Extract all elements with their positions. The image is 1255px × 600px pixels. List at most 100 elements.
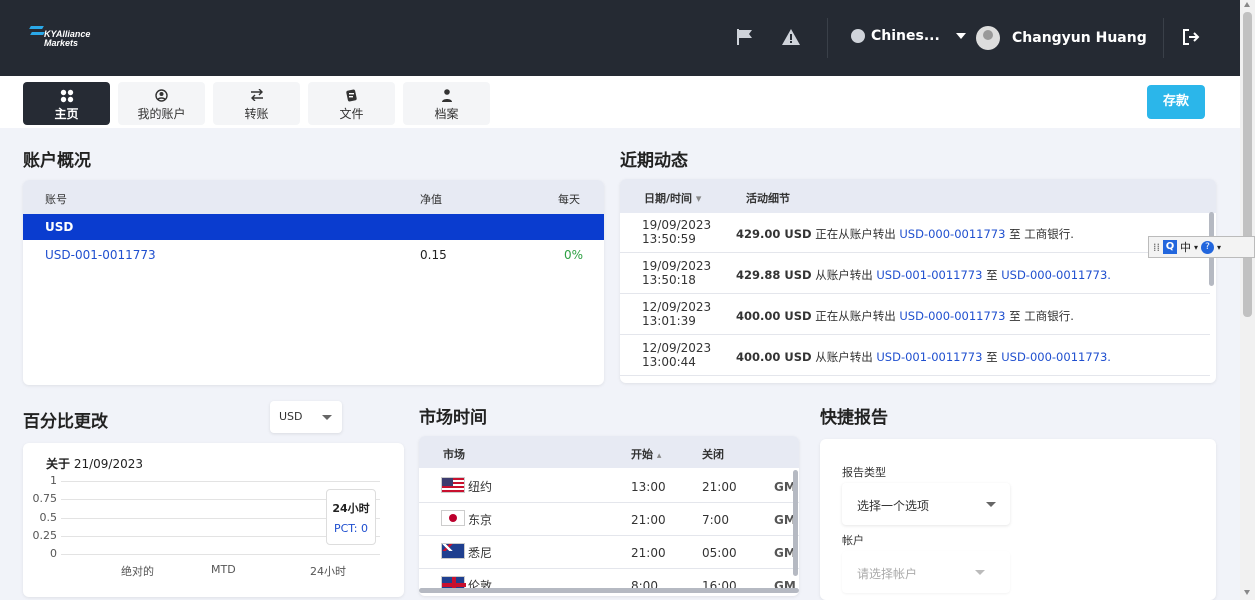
profile-icon <box>403 89 490 103</box>
col-open[interactable]: 开始 ▴ <box>631 446 661 462</box>
tab-transfer[interactable]: 转账 <box>213 82 300 125</box>
table-row[interactable] <box>620 376 1210 383</box>
language-label: Chines... <box>871 28 940 44</box>
table-row[interactable]: 12/09/2023 13:01:39 400.00 USD 正在从账户转出 USD… <box>620 294 1210 335</box>
table-row[interactable]: 12/09/2023 13:00:44 400.00 USD 从账户转出 USD-0… <box>620 335 1210 376</box>
us-flag-icon <box>441 477 465 493</box>
col-market: 市场 <box>443 448 465 461</box>
activity-time: 13:50:18 <box>642 273 696 287</box>
gridline <box>61 481 380 482</box>
page-scrollbar[interactable] <box>1240 0 1255 600</box>
table-row[interactable]: 东京 21:00 7:00 GM <box>419 503 799 536</box>
activity-to: 工商银行. <box>1024 227 1074 241</box>
report-type-label: 报告类型 <box>842 466 886 479</box>
scroll-thumb[interactable] <box>1243 12 1252 317</box>
x-tick-label: MTD <box>211 563 236 576</box>
tab-label: 文件 <box>339 107 364 121</box>
account-placeholder: 请选择帐户 <box>857 567 918 581</box>
activity-verb: 从账户转出 <box>815 350 873 364</box>
currency-select[interactable]: USD <box>270 401 342 433</box>
percent-change-title: 百分比更改 <box>23 412 108 432</box>
market-hours-title: 市场时间 <box>419 408 487 428</box>
col-datetime[interactable]: 日期/时间 ▾ <box>644 190 701 206</box>
x-tick-label: 绝对的 <box>121 565 154 578</box>
brand-logo[interactable]: KYAlliance Markets <box>30 24 90 48</box>
activity-datetime: 12/09/2023 13:00:44 <box>642 341 711 369</box>
y-tick-label: 0.75 <box>32 492 58 506</box>
flag-icon[interactable] <box>736 28 756 50</box>
activity-date: 19/09/2023 <box>642 218 712 232</box>
activity-datetime: 19/09/2023 13:50:59 <box>642 218 711 246</box>
ime-mode-label[interactable]: 中 <box>1180 239 1191 255</box>
activity-verb: 正在从账户转出 <box>815 309 896 323</box>
tab-documents[interactable]: 文件 <box>308 82 395 125</box>
activity-to[interactable]: USD-000-0011773. <box>1001 268 1111 282</box>
chart-tooltip: 24小时 PCT: 0 <box>326 489 376 545</box>
ime-logo-icon: Q <box>1163 240 1177 254</box>
table-row[interactable]: 19/09/2023 13:50:18 429.88 USD 从账户转出 USD-0… <box>620 253 1210 294</box>
activity-time: 13:01:39 <box>642 314 696 328</box>
activity-verb: 正在从账户转出 <box>815 227 896 241</box>
activity-to[interactable]: USD-000-0011773. <box>1001 350 1111 364</box>
activity-datetime: 19/09/2023 13:50:18 <box>642 259 711 287</box>
help-icon[interactable]: ? <box>1201 240 1215 254</box>
chevron-down-icon <box>322 415 332 420</box>
user-menu[interactable]: Changyun Huang <box>976 26 1147 50</box>
tab-label: 转账 <box>244 107 269 121</box>
activity-from-link[interactable]: USD-001-0011773 <box>876 268 982 282</box>
report-type-select[interactable]: 选择一个选项 <box>842 483 1010 525</box>
table-row[interactable]: 悉尼 21:00 05:00 GM <box>419 536 799 569</box>
scroll-up-icon[interactable] <box>1244 2 1250 7</box>
warning-icon[interactable] <box>781 28 801 50</box>
activity-card: 日期/时间 ▾ 活动细节 19/09/2023 13:50:59 429.00 US… <box>620 179 1216 383</box>
activity-detail: 429.88 USD 从账户转出 USD-001-0011773 至 USD-0… <box>736 267 1111 283</box>
as-of-line: 关于 21/09/2023 <box>46 455 143 472</box>
y-tick-label: 0 <box>50 547 57 560</box>
market-h-scrollbar[interactable] <box>419 588 799 593</box>
activity-time: 13:50:59 <box>642 232 696 246</box>
tab-home[interactable]: 主页 <box>23 82 110 125</box>
language-selector[interactable]: Chines... <box>851 28 966 44</box>
tab-my-account[interactable]: 我的账户 <box>118 82 205 125</box>
x-tick-label: 24小时 <box>310 565 346 578</box>
deposit-button[interactable]: 存款 <box>1147 85 1205 119</box>
market-v-scrollbar[interactable] <box>793 470 798 576</box>
account-group-label: USD <box>45 220 74 234</box>
account-group-row[interactable]: USD <box>23 214 604 240</box>
activity-date: 19/09/2023 <box>642 259 712 273</box>
dashboard-icon <box>23 89 110 103</box>
col-details: 活动细节 <box>746 192 790 205</box>
tab-profile[interactable]: 档案 <box>403 82 490 125</box>
gridline <box>61 554 380 555</box>
account-label: 帐户 <box>842 534 864 547</box>
sort-down-icon: ▾ <box>695 192 702 205</box>
market-hours-card: 市场 开始 ▴ 关闭 纽约 13:00 21:00 GM 东京 21:00 7:00 GM 悉尼… <box>419 436 799 596</box>
activity-from-link[interactable]: USD-001-0011773 <box>876 350 982 364</box>
scroll-down-icon[interactable] <box>1244 590 1250 595</box>
tab-label: 档案 <box>434 107 459 121</box>
activity-detail: 400.00 USD 从账户转出 USD-001-0011773 至 USD-0… <box>736 349 1111 365</box>
nav-bar: 主页 我的账户 转账 文件 档案 存款 <box>0 76 1240 128</box>
document-icon <box>308 89 395 103</box>
account-select[interactable]: 请选择帐户 <box>842 551 1010 593</box>
activity-amount: 429.00 USD <box>736 227 812 241</box>
as-of-label: 关于 <box>46 457 71 471</box>
chevron-down-icon[interactable]: ▾ <box>1217 243 1221 252</box>
activity-title: 近期动态 <box>620 151 688 171</box>
activity-to-word: 至 <box>986 268 998 282</box>
col-equity: 净值 <box>420 193 442 206</box>
table-row[interactable]: 纽约 13:00 21:00 GM <box>419 470 799 503</box>
logout-icon[interactable] <box>1182 28 1200 50</box>
market-open: 21:00 <box>631 546 666 560</box>
activity-from-link[interactable]: USD-000-0011773 <box>899 227 1005 241</box>
transfer-icon <box>213 88 300 103</box>
ime-toolbar[interactable]: ⁞⁞ Q 中 ▾ ? ▾ <box>1148 236 1255 258</box>
account-number-link[interactable]: USD-001-0011773 <box>45 248 156 262</box>
table-row[interactable]: 19/09/2023 13:50:59 429.00 USD 正在从账户转出 USD… <box>620 212 1210 253</box>
currency-value: USD <box>279 410 303 423</box>
activity-to-word: 至 <box>1009 227 1021 241</box>
market-open: 21:00 <box>631 513 666 527</box>
activity-detail: 429.00 USD 正在从账户转出 USD-000-0011773 至 工商银… <box>736 226 1074 242</box>
chevron-down-icon[interactable]: ▾ <box>1194 243 1198 252</box>
activity-from-link[interactable]: USD-000-0011773 <box>899 309 1005 323</box>
